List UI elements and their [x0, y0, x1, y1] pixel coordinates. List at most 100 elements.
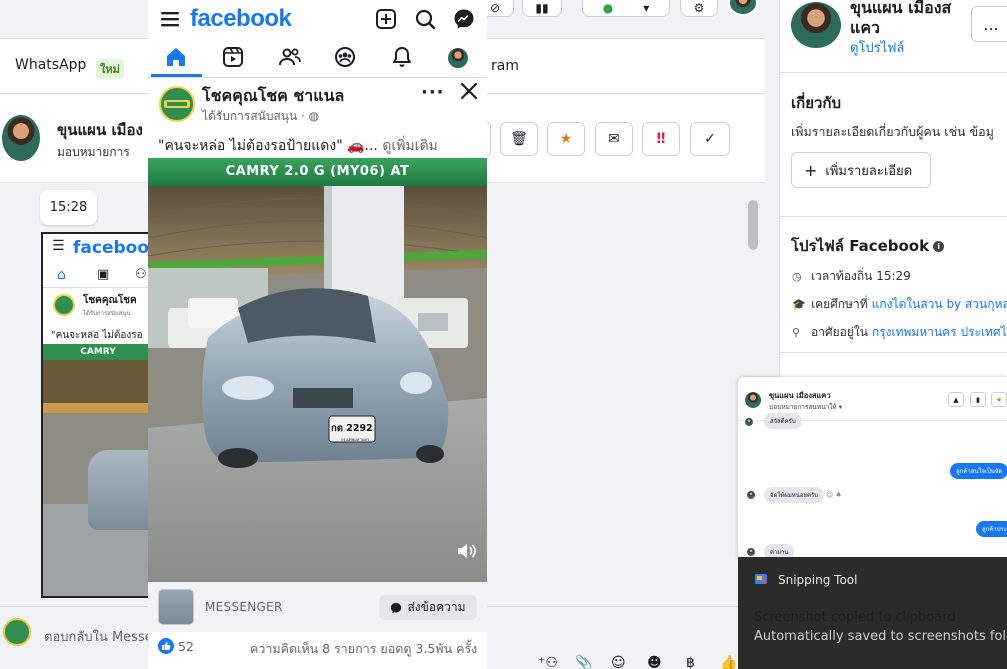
thumb-car-photo: [43, 360, 149, 596]
trash-icon: ▮: [976, 395, 980, 404]
like-count[interactable]: 52: [178, 639, 194, 654]
friends-icon[interactable]: [278, 46, 302, 68]
home-icon: ⌂: [57, 267, 66, 283]
tab-instagram[interactable]: ram: [491, 58, 519, 74]
check-icon: ✓: [704, 131, 716, 147]
messenger-icon[interactable]: [453, 8, 475, 30]
chat-scrollbar[interactable]: [748, 200, 758, 250]
video-title-banner: CAMRY 2.0 G (MY06) AT: [148, 158, 487, 186]
thumb-post-text: "คนจะหล่อ ไม่ต้องรอ: [51, 330, 143, 341]
info-icon[interactable]: i: [933, 240, 945, 252]
view-profile-link[interactable]: ดูโปรไฟล์: [850, 37, 904, 58]
sponsored-label: ได้รับการสนับสนุน · ◍: [202, 107, 319, 126]
status-dot-icon: ●: [602, 1, 614, 15]
mark-unread-button[interactable]: ✉: [595, 122, 633, 156]
page-avatar[interactable]: [159, 86, 195, 122]
create-post-icon[interactable]: [375, 8, 397, 30]
location-pin-icon: ⚲: [792, 326, 801, 339]
mini-chat-name: ขุนแผน เมืองสแคว: [769, 391, 831, 400]
fb-nav-tabs: [148, 40, 487, 78]
reaction-icon[interactable]: ☻: [647, 655, 662, 669]
status-dropdown[interactable]: ● ▾: [582, 0, 670, 17]
mini-alert-button[interactable]: ▲: [948, 392, 964, 407]
shared-screenshot-thumbnail[interactable]: ☰ facebook ⌂ ▣ ⚇ โชคคุณโชค ได้รับการสนับ…: [41, 232, 151, 598]
see-more-link[interactable]: ดูเพิ่มเติม: [382, 138, 437, 154]
notification-title: Screenshot copied to clipboard: [754, 610, 956, 625]
graduation-cap-icon: 🎓: [792, 298, 806, 311]
mini-message: ลูกค้าสนใจเป็นจัด: [950, 463, 1007, 479]
speaker-icon[interactable]: [456, 541, 478, 561]
more-icon: ...: [983, 14, 999, 34]
notification-body: Automatically saved to screenshots folde…: [754, 629, 1007, 644]
profile-avatar[interactable]: [446, 46, 470, 70]
globe-icon: · ◍: [301, 109, 320, 123]
conversation-avatar[interactable]: [0, 113, 42, 163]
thumb-page-name: โชคคุณโชค: [83, 295, 137, 306]
education-row: 🎓 เคยศึกษาที่ แกงไตในสวน by สวนกุหลาบ: [792, 295, 1007, 314]
star-button[interactable]: ★: [547, 122, 585, 156]
add-detail-button[interactable]: + เพิ่มรายละเอียด: [791, 152, 931, 188]
add-person-icon[interactable]: ⁺⚇: [538, 655, 558, 669]
gear-icon: ⚙: [693, 1, 705, 15]
comments-and-views[interactable]: ความคิดเห็น 8 รายการ ยอดดู 3.5พัน ครั้ง: [250, 639, 477, 659]
attach-icon[interactable]: 📎: [575, 655, 592, 669]
mini-delete-button[interactable]: ▮: [970, 392, 986, 407]
education-prefix: เคยศึกษาที่: [811, 297, 868, 311]
like-send-icon[interactable]: 👍: [720, 655, 737, 669]
mini-chat-subtitle: มอบหมายการสนทนาให้ ▾: [769, 403, 843, 411]
post-caption-text: "คนจะหล่อ ไม่ต้องรอป้ายแดง" 🚗...: [158, 138, 378, 154]
menu-icon: ☰: [52, 238, 65, 254]
thumb-nav: ⌂ ▣ ⚇: [43, 264, 149, 288]
notifications-bell-icon[interactable]: [391, 46, 413, 68]
page-name[interactable]: โชคคุณโชค ชาแนล: [202, 84, 344, 109]
envelope-icon: ✉: [608, 131, 620, 147]
emoji-icon[interactable]: ☺: [611, 655, 626, 669]
divider: [779, 352, 1007, 353]
send-message-button[interactable]: ส่งข้อความ: [379, 595, 477, 620]
star-icon: ★: [995, 395, 1003, 404]
mini-message: สวัสดีครับ: [764, 413, 802, 429]
contact-avatar[interactable]: [789, 0, 843, 50]
currency-icon[interactable]: ฿: [686, 655, 695, 669]
video-icon[interactable]: [222, 46, 244, 68]
post-more-options-icon[interactable]: ···: [421, 82, 445, 103]
fb-profile-section-title: โปรไฟล์ Facebook i: [791, 234, 945, 258]
facebook-logo[interactable]: facebook: [190, 5, 292, 33]
add-detail-label: เพิ่มรายละเอียด: [825, 163, 913, 179]
post-video[interactable]: [148, 158, 487, 582]
spam-button[interactable]: ‼: [642, 122, 680, 156]
message-timestamp: 15:28: [40, 190, 97, 225]
grid-icon: ▮▮: [535, 1, 549, 15]
hamburger-menu-icon[interactable]: [160, 8, 180, 30]
mini-msg-avatar: [743, 416, 755, 428]
delete-button[interactable]: 🗑: [500, 122, 538, 156]
top-grid-button[interactable]: ▮▮: [522, 0, 562, 17]
exclamation-icon: ‼: [656, 131, 666, 147]
more-options-button[interactable]: ...: [971, 6, 1007, 42]
groups-icon[interactable]: [334, 46, 356, 68]
cta-thumbnail: [158, 589, 194, 625]
settings-button[interactable]: ⚙: [680, 0, 718, 17]
search-icon[interactable]: [414, 8, 436, 30]
fb-profile-title-text: โปรไฟล์ Facebook: [791, 237, 930, 255]
like-icon[interactable]: [158, 638, 174, 654]
conversation-name: ขุนแผน เมือง: [57, 121, 143, 139]
tab-whatsapp[interactable]: WhatsApp: [15, 57, 86, 73]
thumb-banner: CAMRY: [43, 344, 149, 360]
home-icon[interactable]: [165, 46, 187, 68]
close-icon[interactable]: [458, 80, 480, 102]
sponsored-text: ได้รับการสนับสนุน: [202, 109, 298, 123]
conversation-assign[interactable]: มอบหมายการ: [57, 143, 130, 162]
education-link[interactable]: แกงไตในสวน by สวนกุหลาบ: [872, 295, 1007, 314]
star-icon: ★: [559, 131, 573, 147]
trash-icon: 🗑: [510, 131, 528, 147]
send-message-label: ส่งข้อความ: [407, 600, 466, 614]
action-button-partial[interactable]: [487, 122, 491, 156]
mini-star-button[interactable]: ★: [991, 392, 1007, 407]
mini-chat-subtitle-text: มอบหมายการสนทนาให้: [769, 403, 837, 411]
lives-link[interactable]: กรุงเทพมหานคร ประเทศไทย: [872, 323, 1007, 342]
filter-icon: ⊘: [489, 1, 501, 15]
mini-emoji-icon[interactable]: ☺ ♠: [826, 491, 842, 499]
messenger-icon: [390, 602, 402, 614]
done-button[interactable]: ✓: [690, 122, 730, 156]
